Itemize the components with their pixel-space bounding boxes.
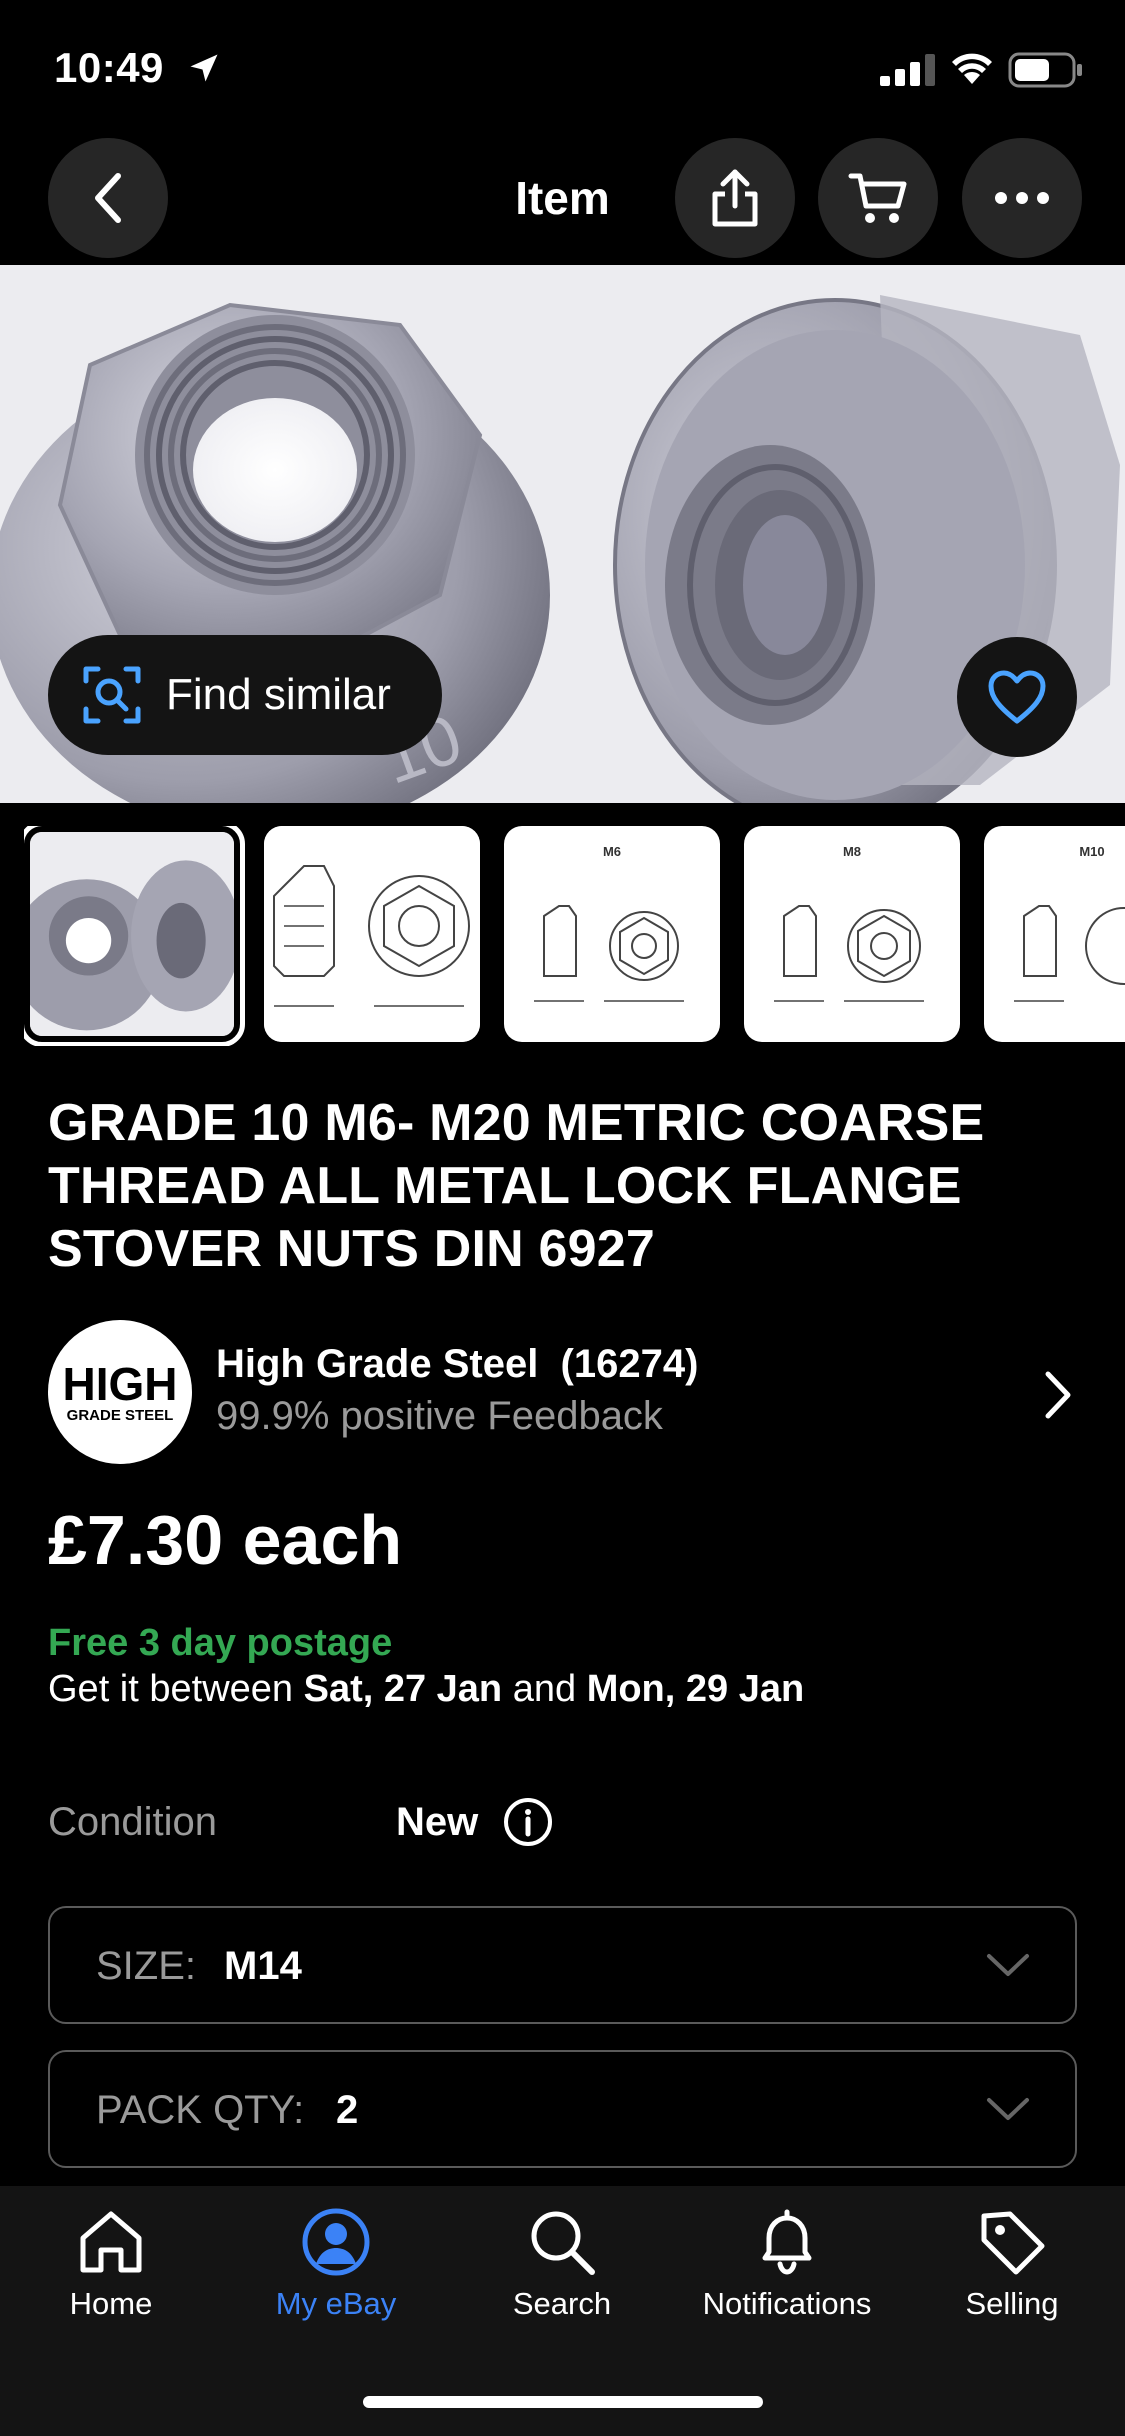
listing-title: GRADE 10 M6- M20 METRIC COARSE THREAD AL… — [48, 1094, 985, 1278]
postage-info: Free 3 day postage — [48, 1622, 393, 1664]
delivery-start: Sat, 27 Jan — [303, 1668, 503, 1710]
delivery-end: Mon, 29 Jan — [586, 1668, 805, 1710]
find-similar-label: Find similar — [166, 670, 391, 719]
status-bar: 10:49 — [0, 0, 1125, 135]
seller-name: High Grade Steel — [216, 1342, 539, 1386]
battery-icon — [1008, 52, 1082, 88]
tag-icon — [981, 2211, 1045, 2275]
thumbnail-2[interactable] — [264, 826, 480, 1042]
location-arrow-icon — [190, 54, 218, 82]
seller-logo: HIGH GRADE STEEL — [48, 1320, 192, 1464]
delivery-mid: and — [502, 1668, 587, 1710]
size-select-label: SIZE: — [96, 1944, 197, 1988]
chevron-right-icon — [1045, 1371, 1071, 1419]
search-icon — [531, 2211, 595, 2275]
home-indicator[interactable] — [363, 2396, 763, 2408]
tab-notifications[interactable]: Notifications — [687, 2206, 887, 2356]
thumbnail-5[interactable]: M10 — [984, 826, 1125, 1042]
more-horizontal-icon — [995, 192, 1049, 204]
condition-value: New — [396, 1800, 479, 1844]
size-select-value: M14 — [224, 1944, 302, 1988]
watchlist-button[interactable] — [957, 637, 1077, 757]
nav-bar: Item — [0, 135, 1125, 265]
product-image[interactable]: 10 Find similar — [0, 265, 1125, 803]
pack-qty-select-label: PACK QTY: — [96, 2088, 305, 2132]
thumbnail-4[interactable]: M8 — [744, 826, 960, 1042]
share-button[interactable] — [675, 138, 795, 258]
thumbnail-label: M10 — [1079, 844, 1105, 859]
bell-icon — [762, 2209, 812, 2275]
tab-home[interactable]: Home — [11, 2206, 211, 2356]
size-select[interactable]: SIZE: M14 — [48, 1906, 1077, 2024]
tab-selling-label: Selling — [965, 2286, 1059, 2321]
thumbnail-label: M8 — [842, 844, 862, 859]
condition-label: Condition — [48, 1800, 218, 1844]
pack-qty-select-value: 2 — [336, 2088, 359, 2132]
tab-home-label: Home — [69, 2286, 153, 2321]
thumbnail-strip[interactable]: M6 M8 M10 — [24, 826, 1125, 1046]
cellular-signal-icon — [880, 54, 935, 86]
status-time: 10:49 — [54, 44, 164, 91]
thumbnail-3[interactable]: M6 — [504, 826, 720, 1042]
tab-my-ebay-label: My eBay — [275, 2286, 397, 2321]
chevron-down-icon — [987, 1954, 1029, 1976]
pack-qty-select[interactable]: PACK QTY: 2 — [48, 2050, 1077, 2168]
seller-logo-top: HIGH — [63, 1358, 178, 1410]
page-title: Item — [515, 172, 610, 224]
seller-name-line: High Grade Steel (16274) — [216, 1342, 698, 1387]
share-icon — [712, 169, 758, 227]
home-icon — [80, 2211, 142, 2273]
delivery-estimate: Get it between Sat, 27 Jan and Mon, 29 J… — [48, 1668, 804, 1711]
seller-rating-count: (16274) — [560, 1342, 699, 1386]
heart-icon — [988, 670, 1046, 724]
info-icon[interactable] — [502, 1796, 554, 1848]
tab-my-ebay[interactable]: My eBay — [236, 2206, 436, 2356]
tab-search-label: Search — [512, 2286, 612, 2321]
seller-logo-bottom: GRADE STEEL — [67, 1407, 174, 1424]
visual-search-icon — [83, 666, 141, 724]
price: £7.30 each — [48, 1501, 403, 1579]
delivery-prefix: Get it between — [48, 1668, 304, 1710]
chevron-down-icon — [987, 2098, 1029, 2120]
tab-search[interactable]: Search — [462, 2206, 662, 2356]
tab-selling[interactable]: Selling — [912, 2206, 1112, 2356]
user-icon — [302, 2208, 370, 2276]
find-similar-button[interactable]: Find similar — [48, 635, 442, 755]
wifi-icon — [952, 53, 992, 84]
thumbnail-photo — [30, 832, 234, 1036]
cart-button[interactable] — [818, 138, 938, 258]
thumbnail-drawing — [264, 826, 480, 1042]
thumbnail-label: M6 — [602, 844, 622, 859]
seller-feedback: 99.9% positive Feedback — [216, 1394, 663, 1438]
cart-icon — [848, 173, 907, 223]
more-options-button[interactable] — [962, 138, 1082, 258]
seller-row[interactable]: HIGH GRADE STEEL High Grade Steel (16274… — [48, 1320, 1078, 1466]
tab-notifications-label: Notifications — [702, 2286, 872, 2321]
thumbnail-1[interactable] — [24, 826, 245, 1046]
